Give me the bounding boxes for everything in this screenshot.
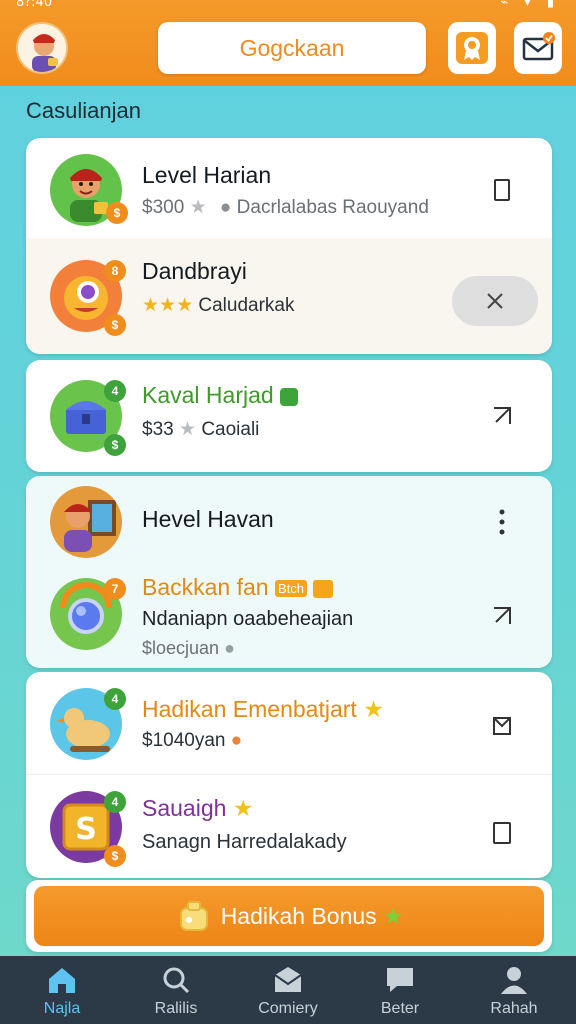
lock-badge-icon xyxy=(280,387,299,406)
quest-desc: Sanagn Harredalakady xyxy=(142,831,347,853)
search-icon xyxy=(159,964,193,996)
status-time: 8?:40 xyxy=(16,0,53,10)
quest-card-3: Hevel Havan 7 Backkan fan Btch Ndaniapn … xyxy=(26,476,552,668)
coin-badge-icon: $ xyxy=(104,434,126,456)
star-badge-icon: ★ xyxy=(232,795,254,821)
list-item[interactable]: $ Level Harian $300 ★ ● Dacrlalabas Raou… xyxy=(26,138,552,238)
nav-label: Najla xyxy=(43,1000,81,1017)
quest-title: Hadikan Emenbatjart ★ xyxy=(142,696,384,722)
nav-label: Beter xyxy=(380,1000,420,1017)
reward-button[interactable] xyxy=(448,22,496,74)
external-icon[interactable] xyxy=(488,402,516,430)
quest-subtitle: $loecjuan ● xyxy=(142,638,235,659)
nav-label: Comiery xyxy=(258,1000,318,1017)
star-icon: ★ xyxy=(189,197,207,218)
envelope-check-icon xyxy=(522,32,555,61)
list-item[interactable]: 8 $ Dandbrayi ★★★ Caludarkak xyxy=(26,238,552,354)
quest-title: Dandbrayi xyxy=(142,258,247,284)
profile-icon xyxy=(497,964,531,996)
avatar-painter-icon xyxy=(50,486,122,558)
reward-amount: $loecjuan xyxy=(142,638,220,658)
inbox-button[interactable] xyxy=(514,22,562,74)
profile-avatar[interactable] xyxy=(16,22,68,74)
quest-title: Kaval Harjad xyxy=(142,382,299,409)
list-item[interactable]: 4 Hadikan Emenbatjart ★ $1040yan ● xyxy=(26,672,552,774)
bonus-button[interactable]: Hadikah Bonus ★ xyxy=(34,886,544,946)
pin-icon: ● xyxy=(224,638,235,658)
external-icon[interactable] xyxy=(488,602,516,630)
level-badge-icon: 4 xyxy=(104,791,126,813)
reward-amount: $33 xyxy=(142,419,174,440)
avatar-boy-icon xyxy=(18,24,66,72)
quest-card-4: 4 Hadikan Emenbatjart ★ $1040yan ● S 4 $… xyxy=(26,672,552,878)
gem-icon: ★ xyxy=(382,902,404,929)
reward-amount: $1040yan xyxy=(142,730,226,751)
quest-title: Level Harian xyxy=(142,162,272,188)
mail-icon xyxy=(271,964,305,996)
pin-icon: ● xyxy=(219,197,232,218)
treasure-icon xyxy=(179,901,208,931)
dismiss-button[interactable] xyxy=(452,276,538,326)
quest-subtitle: $33 ★ Caoiali xyxy=(142,418,259,441)
quest-title: Sauaigh ★ xyxy=(142,795,254,821)
quest-tag: Btch xyxy=(274,580,307,598)
quest-desc: Caoiali xyxy=(201,419,260,440)
nav-profile[interactable]: Rahah xyxy=(464,956,564,1024)
level-badge-icon: 4 xyxy=(104,688,126,710)
nav-label: Ralilis xyxy=(154,1000,198,1017)
square-icon[interactable] xyxy=(488,819,516,847)
quest-subtitle: $300 ★ ● Dacrlalabas Raouyand xyxy=(142,196,429,219)
nav-search[interactable]: Ralilis xyxy=(126,956,226,1024)
three-stars-icon: ★★★ xyxy=(142,295,194,316)
list-item[interactable]: S 4 $ Sauaigh ★ Sanagn Harredalakady xyxy=(26,774,552,878)
top-bar: 8?:40 ⌁ ▾ ▮ Gogckaan xyxy=(0,0,576,86)
status-icons: ⌁ ▾ ▮ xyxy=(500,0,560,10)
checkbox-icon[interactable] xyxy=(488,712,516,740)
quest-desc: Ndaniapn oaabeheajian xyxy=(142,608,354,630)
list-item[interactable]: 7 Backkan fan Btch Ndaniapn oaabeheajian… xyxy=(26,566,552,668)
level-badge-icon: 8 xyxy=(104,260,126,282)
tag-badge-icon xyxy=(313,579,334,598)
header-title[interactable]: Gogckaan xyxy=(158,22,426,74)
level-badge-icon: 7 xyxy=(104,578,126,600)
section-title: Casulianjan xyxy=(26,98,141,123)
nav-label: Rahah xyxy=(490,1000,538,1017)
level-badge-icon: 4 xyxy=(104,380,126,402)
star-badge-icon: ★ xyxy=(363,696,384,722)
bottom-nav: Najla Ralilis Comiery Beter Rahah xyxy=(0,956,576,1024)
more-icon[interactable] xyxy=(488,508,516,536)
coin-badge-icon: $ xyxy=(106,202,128,224)
quest-desc: Dacrlalabas Raouyand xyxy=(236,197,429,218)
quest-card-2: 4 $ Kaval Harjad $33 ★ Caoiali xyxy=(26,360,552,472)
quest-title: Backkan fan Btch xyxy=(142,574,334,601)
star-icon: ★ xyxy=(178,419,197,440)
home-icon xyxy=(45,964,79,996)
ribbon-badge-icon xyxy=(456,32,488,64)
reward-amount: $300 xyxy=(142,197,185,218)
quest-subtitle: ★★★ Caludarkak xyxy=(142,294,295,317)
header-title-text: Gogckaan xyxy=(239,34,345,61)
square-icon[interactable] xyxy=(488,176,516,204)
quest-card-1: $ Level Harian $300 ★ ● Dacrlalabas Raou… xyxy=(26,138,552,354)
status-bar: 8?:40 ⌁ ▾ ▮ xyxy=(0,0,576,12)
bonus-panel: Hadikah Bonus ★ xyxy=(26,880,552,952)
quest-subtitle: $1040yan ● xyxy=(142,730,242,752)
coin-icon: ● xyxy=(230,730,243,751)
svg-text:S: S xyxy=(75,812,97,847)
chat-icon xyxy=(383,964,417,996)
quest-desc: Caludarkak xyxy=(198,295,295,316)
list-item[interactable]: Hevel Havan xyxy=(26,476,552,566)
nav-home[interactable]: Najla xyxy=(12,956,112,1024)
coin-badge-icon: $ xyxy=(104,845,126,867)
bonus-label: Hadikah Bonus xyxy=(220,902,377,929)
close-icon xyxy=(487,293,503,309)
quest-title: Hevel Havan xyxy=(142,506,274,532)
coin-badge-icon: $ xyxy=(104,314,126,336)
list-item[interactable]: 4 $ Kaval Harjad $33 ★ Caoiali xyxy=(26,360,552,472)
nav-chat[interactable]: Beter xyxy=(350,956,450,1024)
nav-mail[interactable]: Comiery xyxy=(238,956,338,1024)
